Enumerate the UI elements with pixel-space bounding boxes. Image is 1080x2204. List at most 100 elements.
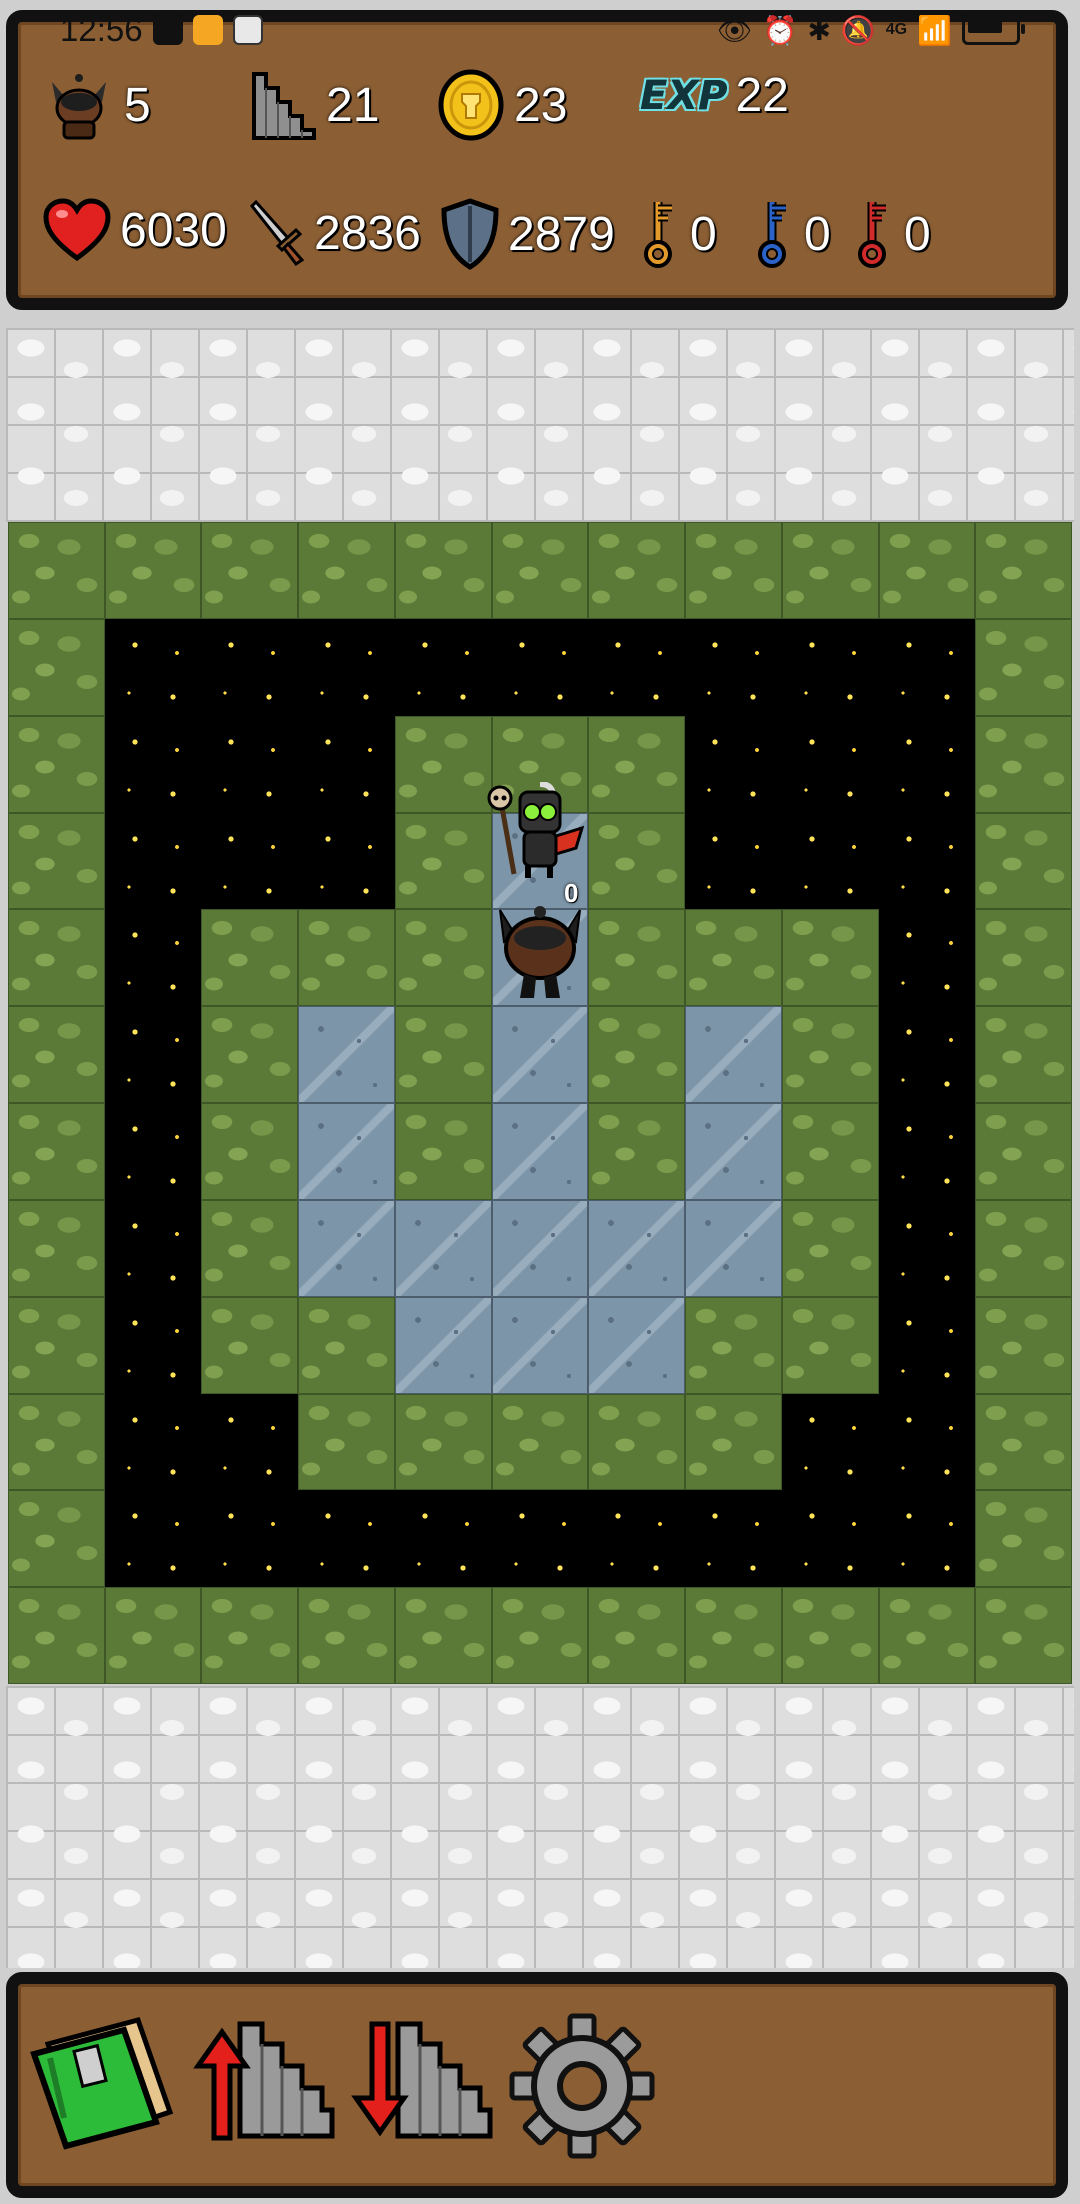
hero[interactable]: [490, 898, 590, 1007]
wall-tile: [8, 618, 105, 716]
bluetooth-icon: ✱: [807, 14, 831, 46]
wall-tile: [781, 1587, 879, 1684]
starfield-tile[interactable]: [298, 812, 395, 910]
wall-tile: [201, 1006, 299, 1103]
floor-tile[interactable]: [394, 1296, 492, 1394]
wall-tile: [298, 522, 395, 619]
starfield-tile[interactable]: [104, 1490, 202, 1588]
starfield-tile[interactable]: [588, 1490, 686, 1588]
starfield-tile[interactable]: [781, 1490, 879, 1588]
starfield-tile[interactable]: [298, 1490, 395, 1588]
wall-tile: [588, 1393, 686, 1491]
starfield-tile[interactable]: [685, 812, 782, 910]
wall-tile: [104, 522, 202, 619]
starfield-tile[interactable]: [201, 1490, 299, 1588]
wall-tile: [298, 1296, 395, 1394]
wall-tile: [781, 909, 879, 1007]
starfield-tile[interactable]: [491, 618, 589, 716]
starfield-tile[interactable]: [878, 1393, 976, 1491]
starfield-tile[interactable]: [878, 1296, 976, 1394]
starfield-tile[interactable]: [491, 1490, 589, 1588]
floor-tile[interactable]: [491, 1103, 589, 1200]
exp-value: 22: [735, 69, 789, 122]
exp-stat: EXP 22: [640, 68, 789, 123]
wall-tile: [298, 1587, 395, 1684]
wall-tile: [588, 715, 686, 813]
level-value: 5: [124, 78, 151, 132]
floor-tile[interactable]: [685, 1006, 782, 1103]
starfield-tile[interactable]: [878, 715, 976, 813]
floor-tile[interactable]: [298, 1006, 395, 1103]
starfield-tile[interactable]: [104, 1103, 202, 1200]
floor-tile[interactable]: [491, 1006, 589, 1103]
wall-tile: [975, 812, 1072, 910]
starfield-tile[interactable]: [394, 618, 492, 716]
wall-tile: [8, 1103, 105, 1200]
starfield-tile[interactable]: [685, 1490, 782, 1588]
floor-up-button[interactable]: [186, 2014, 336, 2149]
floor-tile[interactable]: [685, 1103, 782, 1200]
yellow-key-stat: 0: [642, 198, 717, 270]
wall-tile: [878, 522, 976, 619]
starfield-tile[interactable]: [201, 1393, 299, 1491]
floor-tile[interactable]: [298, 1199, 395, 1297]
starfield-tile[interactable]: [104, 1296, 202, 1394]
starfield-tile[interactable]: [201, 812, 299, 910]
starfield-tile[interactable]: [781, 1393, 879, 1491]
skeleton-knight-monster[interactable]: [484, 781, 586, 887]
starfield-tile[interactable]: [878, 909, 976, 1007]
starfield-tile[interactable]: [878, 1006, 976, 1103]
starfield-tile[interactable]: [781, 715, 879, 813]
starfield-tile[interactable]: [878, 1490, 976, 1588]
floor-tile[interactable]: [491, 1199, 589, 1297]
starfield-tile[interactable]: [685, 715, 782, 813]
starfield-tile[interactable]: [104, 1199, 202, 1297]
starfield-tile[interactable]: [104, 618, 202, 716]
exp-label: EXP: [640, 72, 728, 119]
gold-stat: 23: [436, 68, 567, 142]
monster-book-button[interactable]: [28, 2014, 176, 2159]
starfield-tile[interactable]: [781, 618, 879, 716]
starfield-tile[interactable]: [201, 618, 299, 716]
wall-tile: [781, 522, 879, 619]
wall-tile: [781, 1199, 879, 1297]
skeleton-knight-sprite: [487, 781, 585, 878]
floor-down-icon: [351, 2021, 493, 2139]
starfield-tile[interactable]: [878, 618, 976, 716]
floor-tile[interactable]: [394, 1199, 492, 1297]
floor-tile[interactable]: [685, 1199, 782, 1297]
wall-tile: [781, 1006, 879, 1103]
settings-button[interactable]: [506, 2010, 658, 2167]
wall-tile: [781, 1296, 879, 1394]
wall-tile: [8, 522, 105, 619]
starfield-tile[interactable]: [104, 1393, 202, 1491]
starfield-tile[interactable]: [588, 618, 686, 716]
starfield-tile[interactable]: [201, 715, 299, 813]
starfield-tile[interactable]: [104, 1006, 202, 1103]
wall-tile: [394, 1103, 492, 1200]
level-stat: 5: [42, 68, 151, 142]
gear-icon: [509, 2013, 655, 2159]
starfield-tile[interactable]: [394, 1490, 492, 1588]
floor-tile[interactable]: [588, 1199, 686, 1297]
floor-tile[interactable]: [298, 1103, 395, 1200]
wall-tile: [491, 1393, 589, 1491]
red-key-count: 0: [904, 207, 931, 261]
starfield-tile[interactable]: [104, 715, 202, 813]
starfield-tile[interactable]: [298, 618, 395, 716]
starfield-tile[interactable]: [781, 812, 879, 910]
wall-tile: [394, 522, 492, 619]
starfield-tile[interactable]: [298, 715, 395, 813]
map-grid[interactable]: [8, 522, 1072, 1684]
starfield-tile[interactable]: [104, 812, 202, 910]
starfield-tile[interactable]: [878, 812, 976, 910]
outer-wall-top: [6, 328, 1074, 522]
starfield-tile[interactable]: [685, 618, 782, 716]
floor-tile[interactable]: [491, 1296, 589, 1394]
starfield-tile[interactable]: [104, 909, 202, 1007]
floor-tile[interactable]: [588, 1296, 686, 1394]
wall-tile: [8, 715, 105, 813]
floor-down-button[interactable]: [344, 2014, 494, 2149]
starfield-tile[interactable]: [878, 1199, 976, 1297]
starfield-tile[interactable]: [878, 1103, 976, 1200]
